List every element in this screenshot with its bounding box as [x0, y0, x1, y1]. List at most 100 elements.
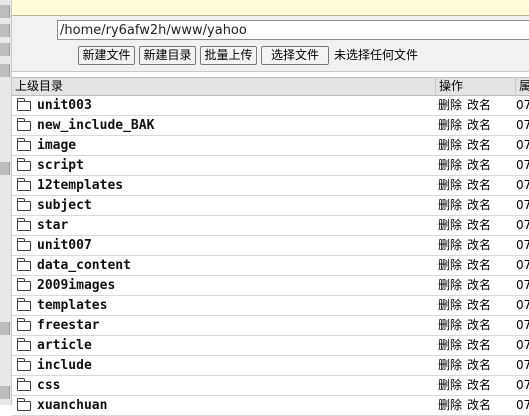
rename-link[interactable]: 改名 [467, 258, 491, 272]
folder-icon [17, 218, 31, 231]
row-attribute: 07 [516, 258, 529, 272]
delete-link[interactable]: 删除 [438, 398, 462, 412]
folder-name-link[interactable]: freestar [37, 316, 100, 335]
rename-link[interactable]: 改名 [467, 298, 491, 312]
folder-name-link[interactable]: script [37, 156, 84, 175]
rename-link[interactable]: 改名 [467, 218, 491, 232]
folder-name-link[interactable]: templates [37, 296, 107, 315]
row-actions: 删除 改名 [438, 156, 491, 175]
folder-name-link[interactable]: include [37, 356, 92, 375]
folder-name-link[interactable]: unit007 [37, 236, 92, 255]
delete-link[interactable]: 删除 [438, 258, 462, 272]
rename-link[interactable]: 改名 [467, 158, 491, 172]
folder-icon [17, 338, 31, 351]
row-attribute: 07 [516, 138, 529, 152]
delete-link[interactable]: 删除 [438, 138, 462, 152]
table-row: image 删除 改名 07 [12, 136, 529, 156]
folder-name-link[interactable]: 12templates [37, 176, 123, 195]
table-row: xuanchuan 删除 改名 07 [12, 396, 529, 416]
row-actions: 删除 改名 [438, 376, 491, 395]
row-actions: 删除 改名 [438, 296, 491, 315]
new-directory-button[interactable]: 新建目录 [139, 46, 196, 65]
rename-link[interactable]: 改名 [467, 358, 491, 372]
delete-link[interactable]: 删除 [438, 378, 462, 392]
rename-link[interactable]: 改名 [467, 278, 491, 292]
rename-link[interactable]: 改名 [467, 398, 491, 412]
batch-upload-button[interactable]: 批量上传 [200, 46, 257, 65]
row-attribute: 07 [516, 338, 529, 352]
rename-link[interactable]: 改名 [467, 318, 491, 332]
delete-link[interactable]: 删除 [438, 218, 462, 232]
row-actions: 删除 改名 [438, 216, 491, 235]
rename-link[interactable]: 改名 [467, 378, 491, 392]
delete-link[interactable]: 删除 [438, 238, 462, 252]
delete-link[interactable]: 删除 [438, 318, 462, 332]
actions-column-header: 操作 [435, 78, 515, 95]
file-table-header: 上级目录 操作 属 [12, 77, 529, 96]
delete-link[interactable]: 删除 [438, 158, 462, 172]
folder-name-link[interactable]: star [37, 216, 68, 235]
folder-name-link[interactable]: css [37, 376, 60, 395]
frame-marker [0, 43, 10, 56]
table-row: script 删除 改名 07 [12, 156, 529, 176]
delete-link[interactable]: 删除 [438, 98, 462, 112]
row-actions: 删除 改名 [438, 176, 491, 195]
rename-link[interactable]: 改名 [467, 338, 491, 352]
folder-icon [17, 178, 31, 191]
table-row: freestar 删除 改名 07 [12, 316, 529, 336]
delete-link[interactable]: 删除 [438, 178, 462, 192]
row-actions: 删除 改名 [438, 196, 491, 215]
rename-link[interactable]: 改名 [467, 98, 491, 112]
rename-link[interactable]: 改名 [467, 138, 491, 152]
row-actions: 删除 改名 [438, 236, 491, 255]
path-input[interactable] [57, 20, 529, 40]
folder-icon [17, 358, 31, 371]
folder-icon [17, 118, 31, 131]
parent-directory-link[interactable]: 上级目录 [12, 78, 435, 95]
row-attribute: 07 [516, 118, 529, 132]
toolbar-panel: 新建文件 新建目录 批量上传 选择文件 未选择任何文件 [12, 16, 529, 72]
row-attribute: 07 [516, 98, 529, 112]
frame-marker [0, 322, 10, 335]
folder-name-link[interactable]: xuanchuan [37, 396, 107, 415]
delete-link[interactable]: 删除 [438, 118, 462, 132]
folder-name-link[interactable]: article [37, 336, 92, 355]
row-attribute: 07 [516, 298, 529, 312]
row-attribute: 07 [516, 318, 529, 332]
rename-link[interactable]: 改名 [467, 178, 491, 192]
row-attribute: 07 [516, 178, 529, 192]
delete-link[interactable]: 删除 [438, 298, 462, 312]
frame-marker [0, 24, 10, 37]
table-row: 2009images 删除 改名 07 [12, 276, 529, 296]
folder-name-link[interactable]: unit003 [37, 96, 92, 115]
row-attribute: 07 [516, 218, 529, 232]
row-actions: 删除 改名 [438, 356, 491, 375]
new-file-button[interactable]: 新建文件 [78, 46, 135, 65]
folder-name-link[interactable]: subject [37, 196, 92, 215]
rename-link[interactable]: 改名 [467, 118, 491, 132]
row-actions: 删除 改名 [438, 316, 491, 335]
folder-name-link[interactable]: image [37, 136, 76, 155]
delete-link[interactable]: 删除 [438, 198, 462, 212]
choose-file-button[interactable]: 选择文件 [261, 46, 329, 65]
folder-icon [17, 298, 31, 311]
folder-icon [17, 138, 31, 151]
folder-name-link[interactable]: new_include_BAK [37, 116, 154, 135]
folder-icon [17, 378, 31, 391]
delete-link[interactable]: 删除 [438, 278, 462, 292]
folder-icon [17, 278, 31, 291]
row-actions: 删除 改名 [438, 256, 491, 275]
row-attribute: 07 [516, 278, 529, 292]
folder-name-link[interactable]: data_content [37, 256, 131, 275]
delete-link[interactable]: 删除 [438, 338, 462, 352]
row-attribute: 07 [516, 398, 529, 412]
folder-icon [17, 158, 31, 171]
rename-link[interactable]: 改名 [467, 198, 491, 212]
attributes-column-header: 属 [515, 78, 529, 95]
delete-link[interactable]: 删除 [438, 358, 462, 372]
frame-marker [0, 5, 10, 18]
folder-name-link[interactable]: 2009images [37, 276, 115, 295]
folder-icon [17, 198, 31, 211]
rename-link[interactable]: 改名 [467, 238, 491, 252]
folder-icon [17, 398, 31, 411]
